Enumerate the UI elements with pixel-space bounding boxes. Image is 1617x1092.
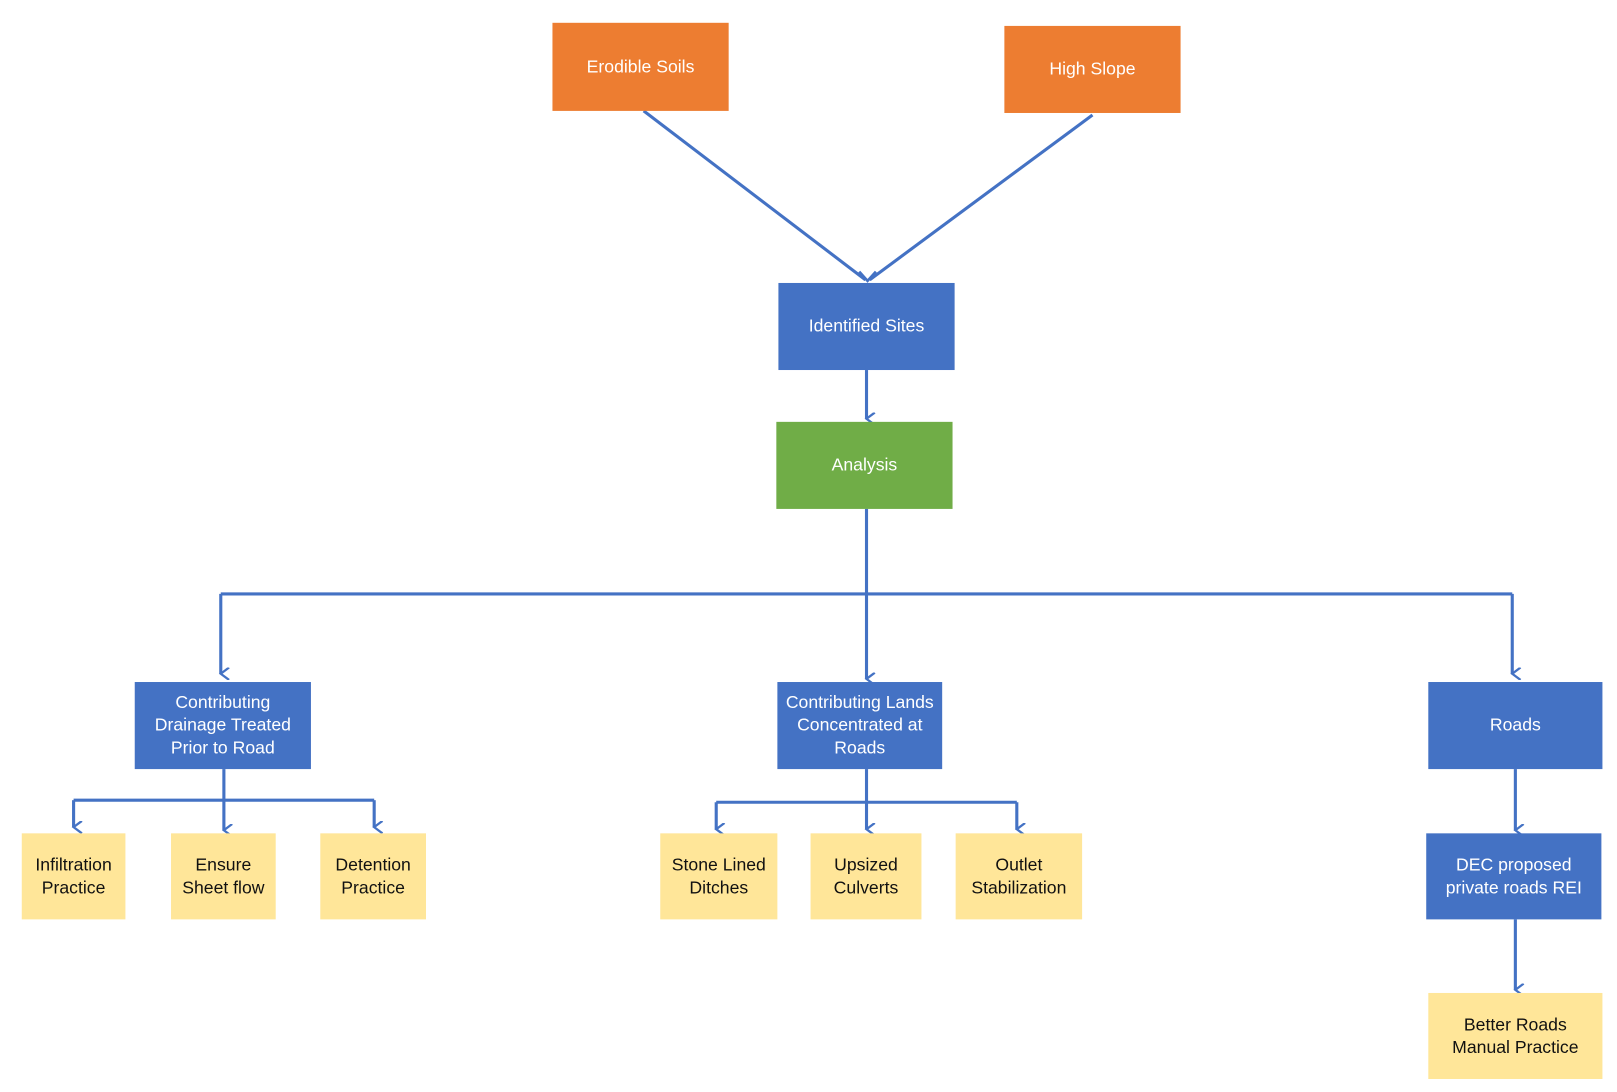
node-dec-proposed: DEC proposed private roads REI: [1426, 833, 1602, 920]
node-ensure-sheet-flow: Ensure Sheet flow: [171, 833, 276, 920]
node-roads: Roads: [1428, 682, 1603, 770]
node-analysis: Analysis: [776, 421, 953, 509]
connectors: [0, 109, 1617, 1091]
node-identified-sites: Identified Sites: [778, 282, 955, 371]
arrow-erodible-to-sites: [642, 109, 867, 282]
node-stone-lined-ditches: Stone Lined Ditches: [660, 833, 778, 920]
flowchart: Erodible Soils High Slope Identified Sit…: [0, 0, 1617, 1091]
node-contributing-lands: Contributing Lands Concentrated at Roads: [777, 682, 943, 770]
node-detention-practice: Detention Practice: [320, 833, 427, 920]
node-contributing-drainage: Contributing Drainage Treated Prior to R…: [134, 682, 311, 770]
arrow-slope-to-sites: [868, 113, 1094, 282]
arrowhead-sites: [858, 270, 877, 283]
node-infiltration-practice: Infiltration Practice: [21, 833, 126, 920]
node-high-slope: High Slope: [1004, 25, 1181, 113]
node-better-roads-manual: Better Roads Manual Practice: [1428, 992, 1603, 1079]
node-outlet-stabilization: Outlet Stabilization: [955, 833, 1083, 920]
node-erodible-soils: Erodible Soils: [552, 22, 729, 111]
node-upsized-culverts: Upsized Culverts: [810, 833, 922, 920]
